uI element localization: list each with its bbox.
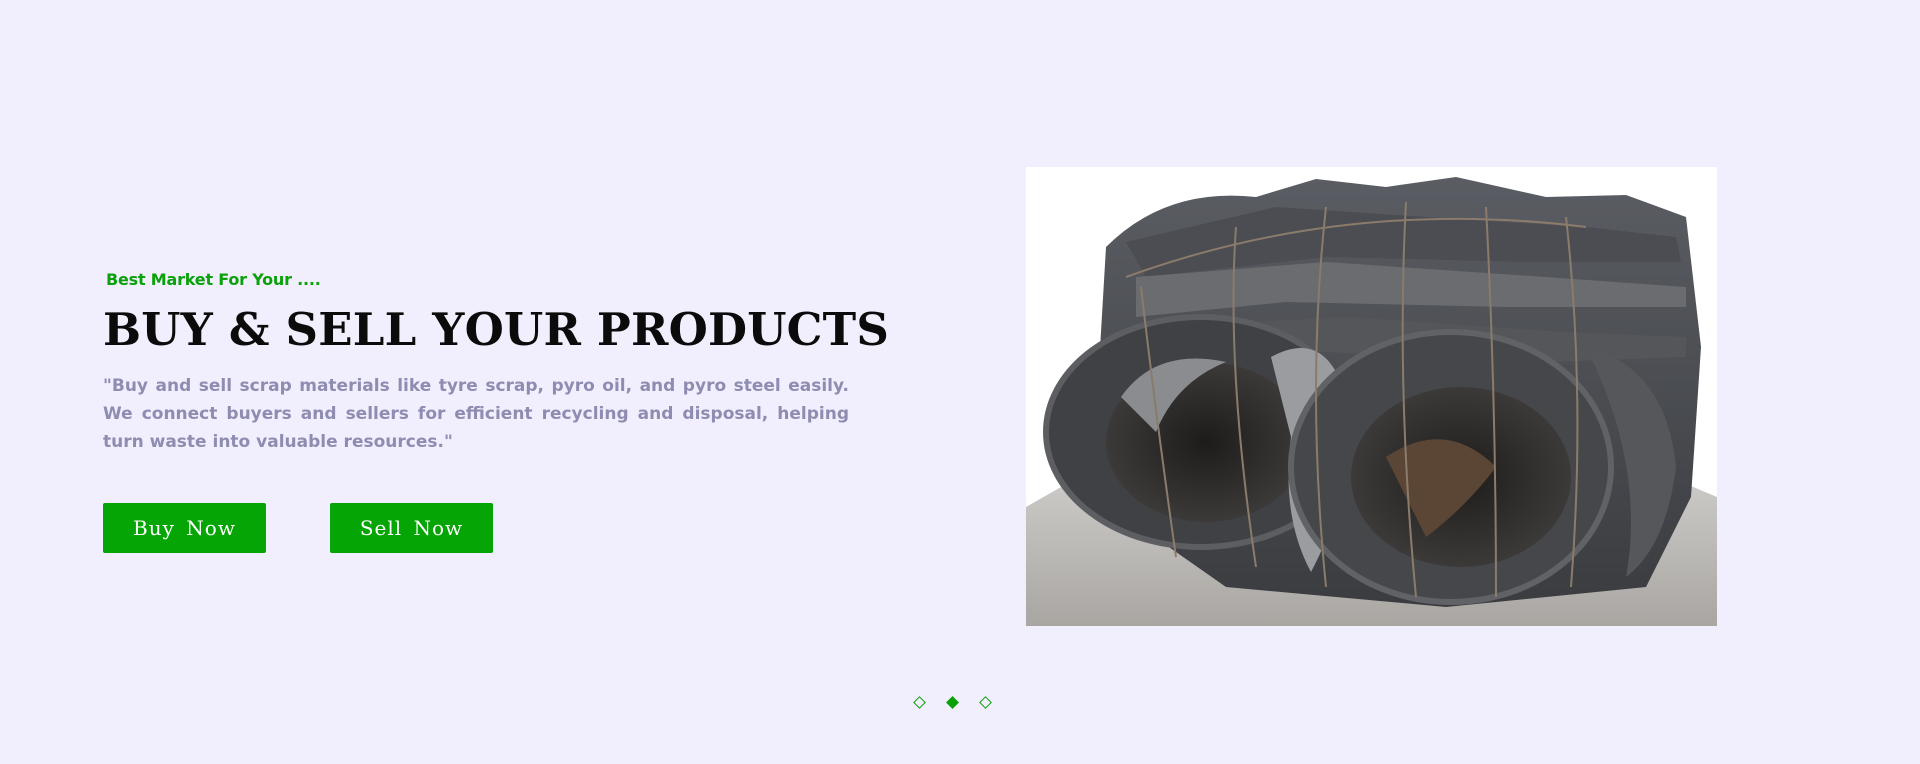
carousel-indicators — [909, 696, 1011, 712]
hero-description: "Buy and sell scrap materials like tyre … — [103, 376, 849, 452]
carousel-dot-2-active[interactable] — [946, 696, 959, 709]
carousel-dot-3[interactable] — [979, 696, 992, 709]
hero-headline: BUY & SELL YOUR PRODUCTS — [103, 303, 890, 356]
hero-image — [1026, 167, 1717, 626]
sell-now-button[interactable]: Sell Now — [330, 503, 493, 553]
carousel-dot-1[interactable] — [913, 696, 926, 709]
buy-now-button[interactable]: Buy Now — [103, 503, 266, 553]
hero-text-column: Best Market For Your .... BUY & SELL YOU… — [103, 268, 890, 456]
hero-tagline: Best Market For Your .... — [106, 270, 321, 289]
tyre-scrap-photo — [1026, 167, 1717, 626]
hero-banner: Best Market For Your .... BUY & SELL YOU… — [0, 0, 1920, 764]
